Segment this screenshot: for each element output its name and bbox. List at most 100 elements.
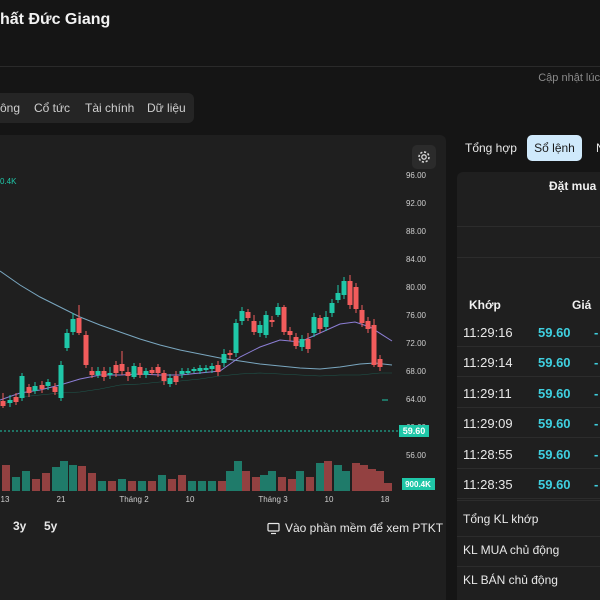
x-axis-label: Tháng 3 [258,495,288,504]
volume-bar [260,475,268,491]
order-price: 59.60 [538,386,571,401]
candle [64,333,70,348]
updated-label: Cập nhật lúc [538,72,600,84]
volume-bar [198,481,206,491]
volume-bar [316,463,324,491]
order-time: 11:29:09 [463,416,513,431]
candle [19,376,25,398]
monitor-icon [267,522,280,535]
price-tick: 92.00 [406,199,427,208]
divider [457,257,600,258]
candle [137,367,143,375]
price-tick: 68.00 [406,367,427,376]
candle [257,325,263,333]
order-change: - [594,416,599,431]
tab-data[interactable]: Dữ liệu [147,93,186,123]
candle [45,382,51,386]
candle [275,307,281,315]
candle [197,368,203,371]
candle [215,365,221,372]
candle [155,367,161,373]
candle [58,365,64,398]
divider [457,376,600,377]
volume-bar [226,471,234,491]
volume-bar [268,471,276,491]
volume-bar [306,477,314,491]
volume-bar [384,483,392,491]
stat-active-buy: KL MUA chủ động [463,543,560,557]
candle [143,371,149,375]
tab-finance[interactable]: Tài chính [85,93,134,123]
candle [329,303,335,313]
volume-bar [368,469,376,491]
candle [7,400,13,403]
candle [203,368,209,370]
header-divider [0,66,600,67]
volume-bar [78,466,86,491]
tab-shareholders[interactable]: ông [0,93,20,123]
candle [347,281,353,305]
order-time: 11:29:11 [463,386,512,401]
candle [227,353,233,355]
candle [287,331,293,335]
candle [293,337,299,346]
candle [239,311,245,321]
range-5y[interactable]: 5y [44,519,57,533]
candle [173,376,179,382]
volume-bar [242,471,250,491]
candle [107,373,113,375]
volume-max-label: 0.4K [0,177,17,186]
candle [311,317,317,333]
candle [377,359,383,367]
section-tabs: ông Cổ tức Tài chính Dữ liệu [0,93,194,123]
order-time: 11:28:55 [463,447,513,462]
candle [353,287,359,309]
candle [83,335,89,365]
volume-bar [360,465,368,491]
candle [70,319,76,332]
x-axis-label: 10 [325,495,334,504]
order-price: 59.60 [538,447,571,462]
candle [125,372,131,376]
divider [457,407,600,408]
range-3y[interactable]: 3y [13,519,26,533]
candle [167,378,173,384]
volume-bar [52,467,60,491]
last-price-label: 59.60 [403,426,426,436]
volume-bar [69,465,77,491]
volume-bar [22,471,30,491]
divider [457,566,600,567]
candle [191,369,197,371]
open-ptkt-link[interactable]: Vào phần mềm để xem PTKT [267,521,443,535]
order-time: 11:29:14 [463,355,513,370]
tab-more[interactable]: N [596,135,600,161]
divider [457,500,600,501]
tab-order-book[interactable]: Sổ lệnh [527,135,582,161]
tab-dividends[interactable]: Cổ tức [34,93,70,123]
candle [179,371,185,374]
volume-bar [352,463,360,491]
candle [341,281,347,295]
volume-bar [218,481,226,491]
price-tick: 72.00 [406,339,427,348]
volume-bar [128,481,136,491]
price-chart[interactable]: 96.00 92.00 88.00 84.00 80.00 76.00 72.00 68.00… [0,135,446,505]
x-axis-label: 13 [1,495,10,504]
col-match-time: Khớp [469,298,501,312]
price-tick: 80.00 [406,283,427,292]
volume-bar [376,471,384,491]
candle [131,366,137,377]
tab-summary[interactable]: Tổng hợp [465,135,517,161]
divider [457,346,600,347]
divider [457,226,600,227]
volume-bar [60,461,68,491]
volume-bar [252,477,260,491]
volume-bar [234,461,242,491]
candle [161,373,167,381]
volume-bar [42,473,50,491]
volume-label: 900.4K [405,480,431,489]
candle [281,307,287,332]
candle [365,321,371,329]
candle [335,293,341,300]
candle [39,385,45,389]
